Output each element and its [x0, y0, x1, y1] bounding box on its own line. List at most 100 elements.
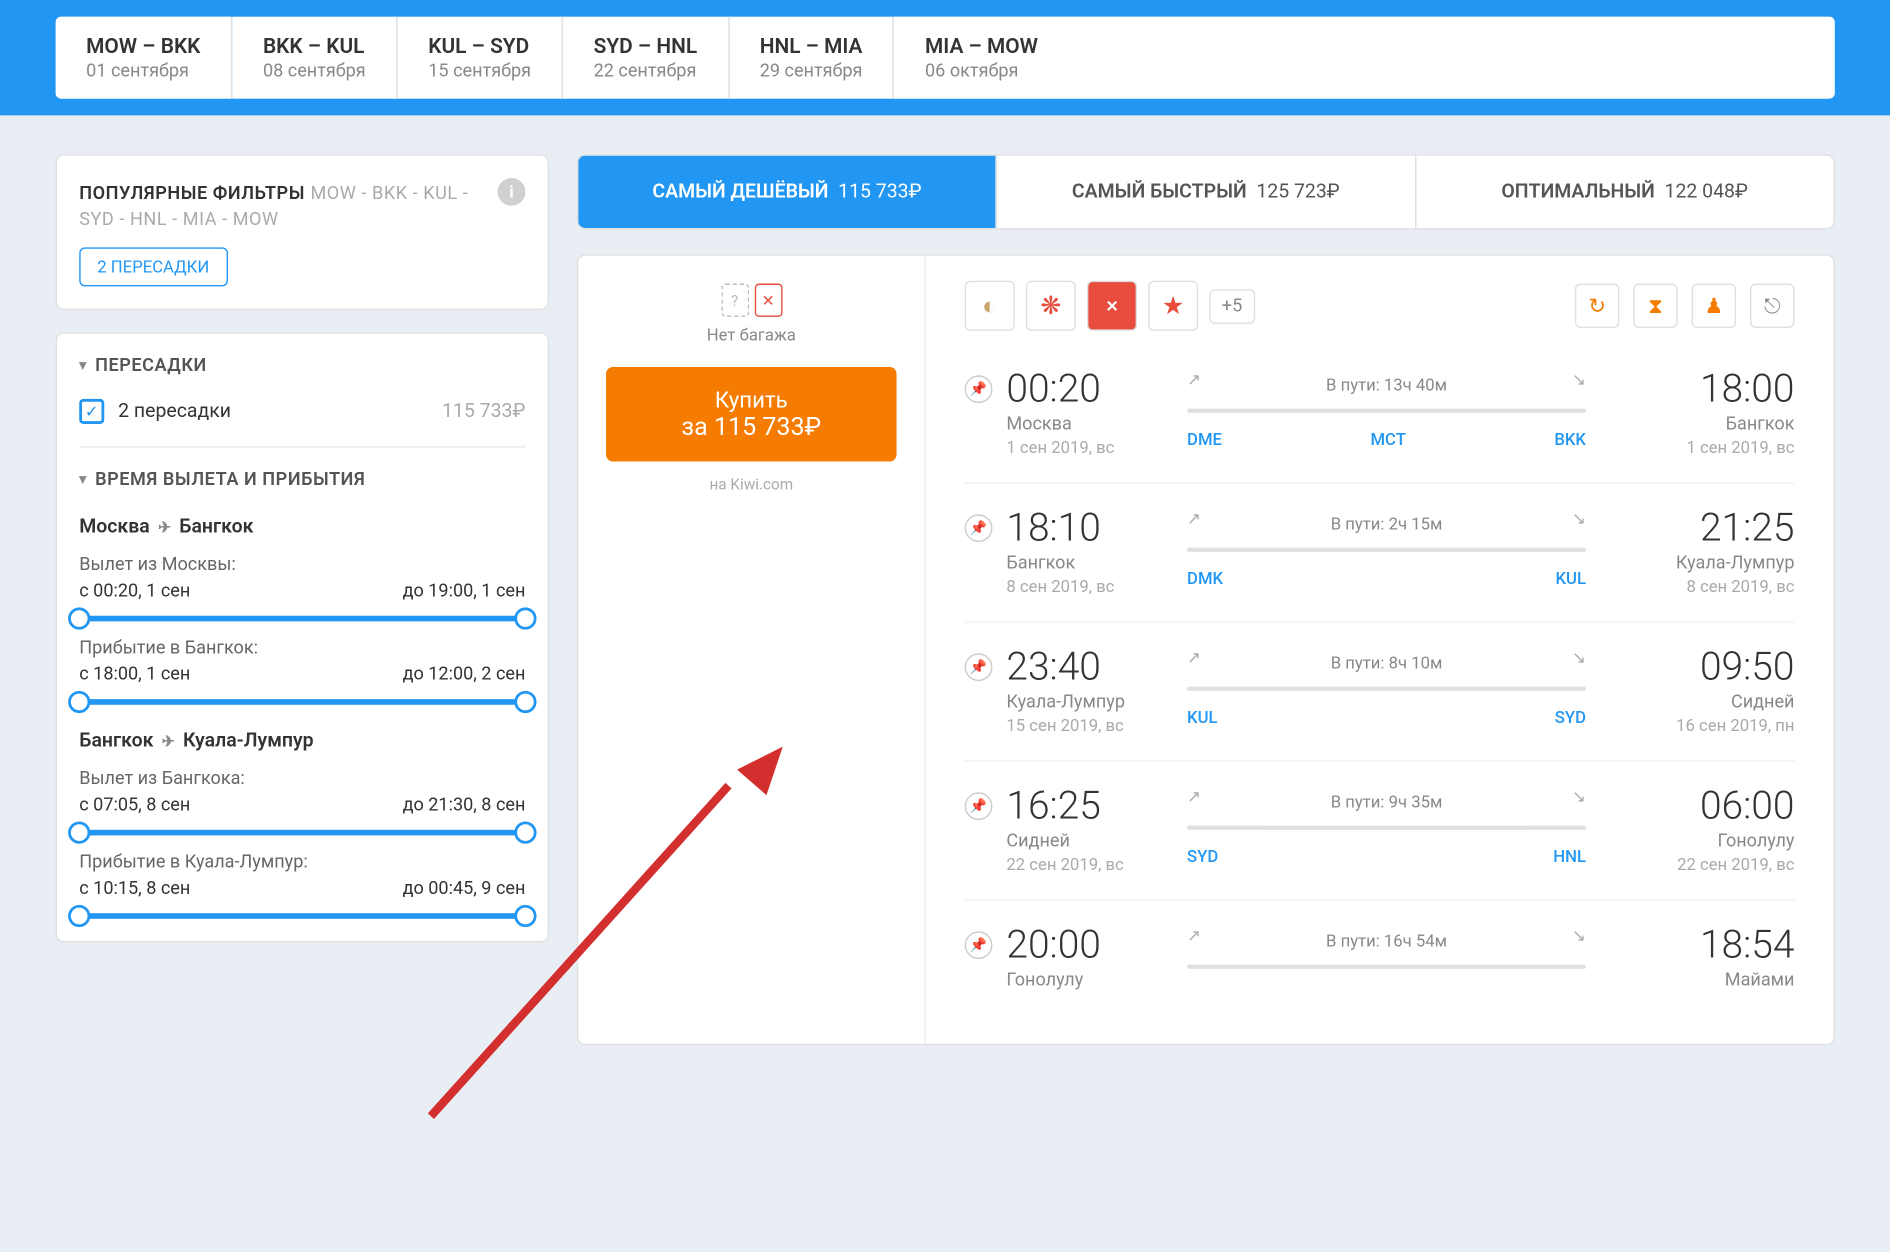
seat-icon[interactable]: ♟ — [1692, 284, 1736, 328]
slider-handle[interactable] — [514, 607, 536, 629]
landing-icon: ↘ — [1572, 509, 1586, 540]
arrival-city: Куала-Лумпур — [1600, 553, 1795, 574]
slider-handle[interactable] — [514, 821, 536, 843]
slider-handle[interactable] — [68, 607, 90, 629]
route-leg[interactable]: MIA – MOW06 октября — [894, 17, 1834, 99]
airport-code: KUL — [1556, 569, 1586, 588]
airport-code: SYD — [1187, 847, 1218, 866]
departure-time: 23:40 — [1006, 648, 1173, 687]
pin-icon[interactable]: 📌 — [965, 375, 993, 403]
airport-code: HNL — [1553, 847, 1586, 866]
range-slider[interactable] — [79, 830, 525, 836]
slider-handle[interactable] — [514, 691, 536, 713]
tab-fastest[interactable]: САМЫЙ БЫСТРЫЙ 125 723₽ — [997, 156, 1416, 228]
filters-card: ▾ПЕРЕСАДКИ ✓ 2 пересадки 115 733₽ ▾ВРЕМЯ… — [56, 332, 549, 942]
departure-date: 1 сен 2019, вс — [1006, 438, 1173, 457]
departure-time: 18:10 — [1006, 509, 1173, 548]
info-icon[interactable]: i — [498, 178, 526, 206]
flight-segment[interactable]: 📌 23:40 Куала-Лумпур 15 сен 2019, вс ↗В … — [965, 623, 1795, 762]
slider-handle[interactable] — [68, 691, 90, 713]
route-line — [1187, 687, 1586, 691]
departure-time: 00:20 — [1006, 370, 1173, 409]
route-line — [1187, 826, 1586, 830]
duration-label: В пути: 8ч 10м — [1331, 653, 1443, 672]
flight-segment[interactable]: 📌 18:10 Бангкок 8 сен 2019, вс ↗В пути: … — [965, 484, 1795, 623]
slider-label: Вылет из Москвы: — [79, 555, 525, 576]
provider-label: на Kiwi.com — [709, 475, 793, 493]
pin-icon[interactable]: 📌 — [965, 653, 993, 681]
route-leg[interactable]: SYD – HNL22 сентября — [563, 17, 729, 99]
takeoff-icon: ↗ — [1187, 787, 1201, 818]
slider-handle[interactable] — [68, 905, 90, 927]
route-line — [1187, 548, 1586, 552]
range-slider[interactable] — [79, 616, 525, 622]
departure-city: Гонолулу — [1006, 970, 1173, 991]
departure-date: 8 сен 2019, вс — [1006, 577, 1173, 596]
more-airlines-badge[interactable]: +5 — [1209, 288, 1254, 323]
checkbox-checked-icon[interactable]: ✓ — [79, 399, 104, 424]
airport-code: KUL — [1187, 708, 1217, 727]
flight-segment[interactable]: 📌 20:00 Гонолулу ↗В пути: 16ч 54м↘ 18:54… — [965, 901, 1795, 1019]
buy-section: ? ✕ Нет багажа Купить за 115 733₽ на Kiw… — [578, 256, 926, 1044]
flight-segment[interactable]: 📌 16:25 Сидней 22 сен 2019, вс ↗В пути: … — [965, 762, 1795, 901]
arrival-date: 16 сен 2019, пн — [1600, 716, 1795, 735]
time-section-title[interactable]: ▾ВРЕМЯ ВЫЛЕТА И ПРИБЫТИЯ — [79, 470, 525, 491]
filter-chip-transfers[interactable]: 2 ПЕРЕСАДКИ — [79, 247, 227, 286]
arrival-date: 1 сен 2019, вс — [1600, 438, 1795, 457]
cabin-bag-icon: ? — [721, 284, 749, 317]
share-icon[interactable]: ⎋ — [1750, 284, 1794, 328]
arrival-city: Гонолулу — [1600, 831, 1795, 852]
departure-time: 20:00 — [1006, 926, 1173, 965]
chevron-down-icon: ▾ — [79, 473, 87, 488]
refresh-icon[interactable]: ↻ — [1575, 284, 1619, 328]
transfers-section-title[interactable]: ▾ПЕРЕСАДКИ — [79, 356, 525, 377]
takeoff-icon: ↗ — [1187, 370, 1201, 401]
sort-tabs: САМЫЙ ДЕШЁВЫЙ 115 733₽ САМЫЙ БЫСТРЫЙ 125… — [577, 154, 1835, 229]
route-line — [1187, 965, 1586, 969]
plane-icon: ✈ — [162, 732, 175, 750]
slider-handle[interactable] — [514, 905, 536, 927]
route-leg[interactable]: MOW – BKK01 сентября — [56, 17, 233, 99]
range-slider[interactable] — [79, 699, 525, 705]
slider-label: Вылет из Бангкока: — [79, 769, 525, 790]
plane-icon: ✈ — [158, 518, 171, 536]
pin-icon[interactable]: 📌 — [965, 514, 993, 542]
flight-segment[interactable]: 📌 00:20 Москва 1 сен 2019, вс ↗В пути: 1… — [965, 345, 1795, 484]
arrival-date: 8 сен 2019, вс — [1600, 577, 1795, 596]
airport-code: DMK — [1187, 569, 1223, 588]
pin-icon[interactable]: 📌 — [965, 792, 993, 820]
buy-button[interactable]: Купить за 115 733₽ — [606, 367, 897, 462]
slider-handle[interactable] — [68, 821, 90, 843]
airline-logos: ◐ ❋ ✕ ★ +5 — [965, 281, 1255, 331]
hourglass-icon[interactable]: ⧗ — [1633, 284, 1677, 328]
landing-icon: ↘ — [1572, 926, 1586, 957]
departure-city: Сидней — [1006, 831, 1173, 852]
range-slider[interactable] — [79, 913, 525, 919]
duration-label: В пути: 9ч 35м — [1331, 792, 1443, 811]
route-line — [1187, 409, 1586, 413]
arrival-time: 18:54 — [1600, 926, 1795, 965]
tab-cheapest[interactable]: САМЫЙ ДЕШЁВЫЙ 115 733₽ — [578, 156, 997, 228]
pin-icon[interactable]: 📌 — [965, 931, 993, 959]
route-leg[interactable]: KUL – SYD15 сентября — [398, 17, 563, 99]
duration-label: В пути: 2ч 15м — [1331, 514, 1443, 533]
arrival-city: Майами — [1600, 970, 1795, 991]
filters-sidebar: ПОПУЛЯРНЫЕ ФИЛЬТРЫ MOW - BKK - KUL - SYD… — [56, 154, 549, 1045]
airport-code: SYD — [1555, 708, 1586, 727]
checkbox-price: 115 733₽ — [442, 400, 525, 422]
airport-code: DME — [1187, 430, 1222, 449]
popular-filters-card: ПОПУЛЯРНЫЕ ФИЛЬТРЫ MOW - BKK - KUL - SYD… — [56, 154, 549, 310]
transfers-checkbox-row[interactable]: ✓ 2 пересадки 115 733₽ — [79, 399, 525, 424]
airline-logo: ◐ — [965, 281, 1015, 331]
arrival-time: 18:00 — [1600, 370, 1795, 409]
departure-city: Москва — [1006, 414, 1173, 435]
arrival-time: 06:00 — [1600, 787, 1795, 826]
departure-city: Куала-Лумпур — [1006, 692, 1173, 713]
landing-icon: ↘ — [1572, 370, 1586, 401]
filter-route-label: Москва✈Бангкок — [79, 516, 525, 538]
route-leg[interactable]: HNL – MIA29 сентября — [729, 17, 894, 99]
tab-optimal[interactable]: ОПТИМАЛЬНЫЙ 122 048₽ — [1416, 156, 1833, 228]
route-leg[interactable]: BKK – KUL08 сентября — [232, 17, 397, 99]
arrival-time: 21:25 — [1600, 509, 1795, 548]
takeoff-icon: ↗ — [1187, 648, 1201, 679]
